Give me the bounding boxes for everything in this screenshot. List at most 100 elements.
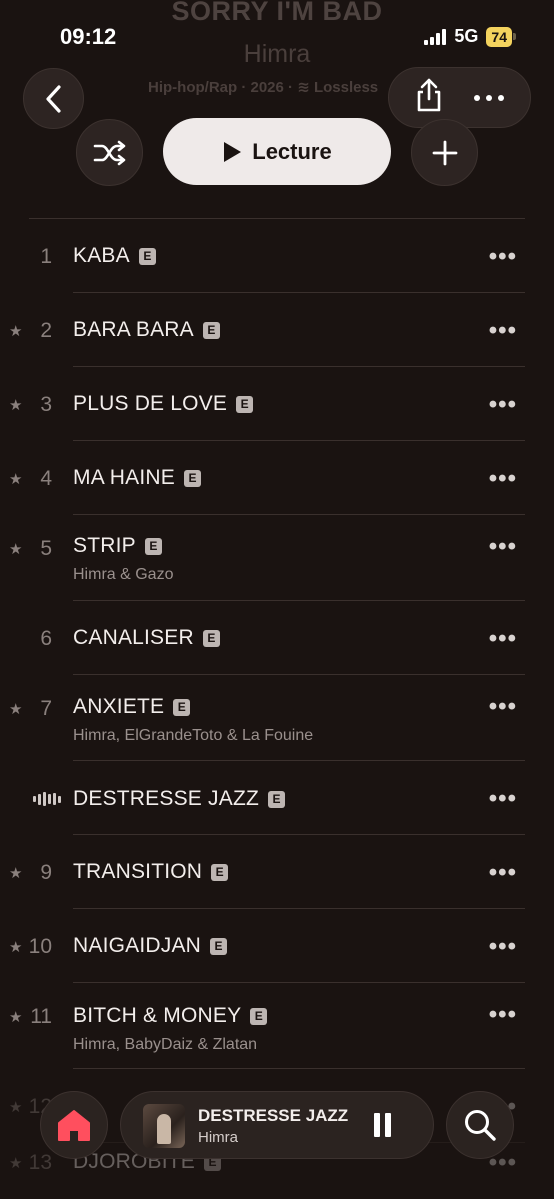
- status-time: 09:12: [60, 24, 117, 49]
- explicit-badge: E: [202, 321, 220, 339]
- track-more-button[interactable]: •••: [489, 625, 517, 653]
- play-icon: [224, 141, 242, 162]
- shuffle-button[interactable]: [76, 119, 143, 186]
- track-row[interactable]: ★ 3 PLUS DE LOVE E •••: [0, 367, 554, 441]
- track-number: 13: [28, 1151, 52, 1174]
- play-label: Lecture: [252, 138, 332, 164]
- track-more-button[interactable]: •••: [489, 693, 517, 721]
- track-artists: Himra & Gazo: [73, 566, 174, 583]
- track-title: ANXIETE: [73, 695, 165, 718]
- track-title: TRANSITION: [73, 860, 203, 883]
- mini-player-title: DESTRESSE JAZZ: [198, 1106, 349, 1125]
- track-title: CANALISER: [73, 626, 194, 649]
- track-row[interactable]: 6 CANALISER E •••: [0, 601, 554, 675]
- track-artists: Himra, BabyDaiz & Zlatan: [73, 1036, 258, 1053]
- album-meta: Hip-hop/Rap · 2026 · ≋ Lossless: [148, 78, 378, 96]
- star-icon: ★: [9, 865, 23, 882]
- share-button[interactable]: [414, 77, 444, 118]
- track-number: 1: [40, 245, 52, 268]
- track-row[interactable]: ★ 4 MA HAINE E •••: [0, 441, 554, 515]
- share-icon: [417, 78, 441, 112]
- star-icon: ★: [9, 471, 23, 488]
- explicit-badge: E: [173, 698, 191, 716]
- track-list: 1 KABA E ••• ★ 2 BARA BARA E ••• ★ 3 PLU…: [0, 219, 554, 1183]
- shuffle-icon: [93, 140, 125, 165]
- ellipsis-icon: [474, 94, 505, 101]
- star-icon: ★: [9, 1155, 23, 1172]
- home-button[interactable]: [40, 1091, 108, 1159]
- track-more-button[interactable]: •••: [489, 391, 517, 419]
- track-number: 10: [28, 935, 52, 958]
- pause-button[interactable]: [374, 1113, 391, 1137]
- status-indicators: 5G 74: [424, 26, 516, 47]
- track-title: NAIGAIDJAN: [73, 934, 202, 957]
- track-number: 5: [40, 537, 52, 560]
- track-title: DESTRESSE JAZZ: [73, 787, 259, 810]
- explicit-badge: E: [138, 247, 156, 265]
- track-title: MA HAINE: [73, 466, 175, 489]
- track-title: BITCH & MONEY: [73, 1004, 242, 1027]
- lossless-icon: ≋: [297, 79, 310, 96]
- search-icon: [465, 1110, 496, 1141]
- track-number: 11: [30, 1005, 52, 1028]
- explicit-badge: E: [183, 469, 201, 487]
- track-number: 6: [40, 627, 52, 650]
- star-icon: ★: [9, 1099, 23, 1116]
- explicit-badge: E: [236, 395, 254, 413]
- track-title: STRIP: [73, 534, 136, 557]
- star-icon: ★: [9, 701, 23, 718]
- track-title: BARA BARA: [73, 318, 194, 341]
- back-button[interactable]: [23, 68, 84, 129]
- mini-player[interactable]: DESTRESSE JAZZ Himra: [120, 1091, 434, 1159]
- home-icon: [58, 1110, 90, 1141]
- more-options-button[interactable]: [473, 89, 505, 107]
- track-more-button[interactable]: •••: [489, 243, 517, 271]
- chevron-left-icon: [45, 84, 61, 113]
- search-button[interactable]: [446, 1091, 514, 1159]
- plus-icon: [432, 140, 457, 165]
- star-icon: ★: [9, 397, 23, 414]
- album-artwork: [143, 1104, 185, 1148]
- track-more-button[interactable]: •••: [489, 785, 517, 813]
- track-row[interactable]: 1 KABA E •••: [0, 219, 554, 293]
- track-title: PLUS DE LOVE: [73, 392, 228, 415]
- battery-icon: 74: [486, 26, 516, 47]
- track-artists: Himra, ElGrandeToto & La Fouine: [73, 727, 314, 744]
- track-number: 9: [40, 861, 52, 884]
- lossless-label: Lossless: [313, 79, 379, 96]
- explicit-badge: E: [250, 1007, 268, 1025]
- star-icon: ★: [9, 1009, 23, 1026]
- explicit-badge: E: [202, 629, 220, 647]
- network-type: 5G: [454, 26, 479, 46]
- explicit-badge: E: [210, 937, 228, 955]
- track-row[interactable]: ★ 10 NAIGAIDJAN E •••: [0, 909, 554, 983]
- track-more-button[interactable]: •••: [489, 933, 517, 961]
- track-more-button[interactable]: •••: [489, 317, 517, 345]
- track-number: 4: [40, 467, 52, 490]
- track-row[interactable]: ★ 5 STRIP E Himra & Gazo •••: [0, 515, 554, 601]
- mini-player-artist: Himra: [198, 1129, 238, 1146]
- track-row-now-playing[interactable]: DESTRESSE JAZZ E •••: [0, 761, 554, 835]
- track-row[interactable]: ★ 9 TRANSITION E •••: [0, 835, 554, 909]
- album-genre-year: Hip-hop/Rap · 2026 ·: [148, 79, 298, 96]
- track-row[interactable]: ★ 11 BITCH & MONEY E Himra, BabyDaiz & Z…: [0, 983, 554, 1069]
- star-icon: ★: [9, 939, 23, 956]
- album-title: SORRY I'M BAD: [171, 0, 383, 26]
- explicit-badge: E: [144, 537, 162, 555]
- track-number: 2: [40, 319, 52, 342]
- track-row[interactable]: ★ 7 ANXIETE E Himra, ElGrandeToto & La F…: [0, 675, 554, 761]
- explicit-badge: E: [268, 790, 285, 808]
- track-number: 7: [40, 697, 52, 720]
- track-more-button[interactable]: •••: [489, 533, 517, 561]
- track-more-button[interactable]: •••: [489, 465, 517, 493]
- track-row[interactable]: ★ 2 BARA BARA E •••: [0, 293, 554, 367]
- add-to-library-button[interactable]: [411, 119, 478, 186]
- track-more-button[interactable]: •••: [489, 1001, 517, 1029]
- play-button[interactable]: Lecture: [163, 118, 391, 185]
- explicit-badge: E: [211, 863, 229, 881]
- track-more-button[interactable]: •••: [489, 859, 517, 887]
- signal-icon: [424, 28, 447, 45]
- now-playing-icon: [33, 792, 61, 806]
- star-icon: ★: [9, 541, 23, 558]
- header-actions: [388, 67, 531, 128]
